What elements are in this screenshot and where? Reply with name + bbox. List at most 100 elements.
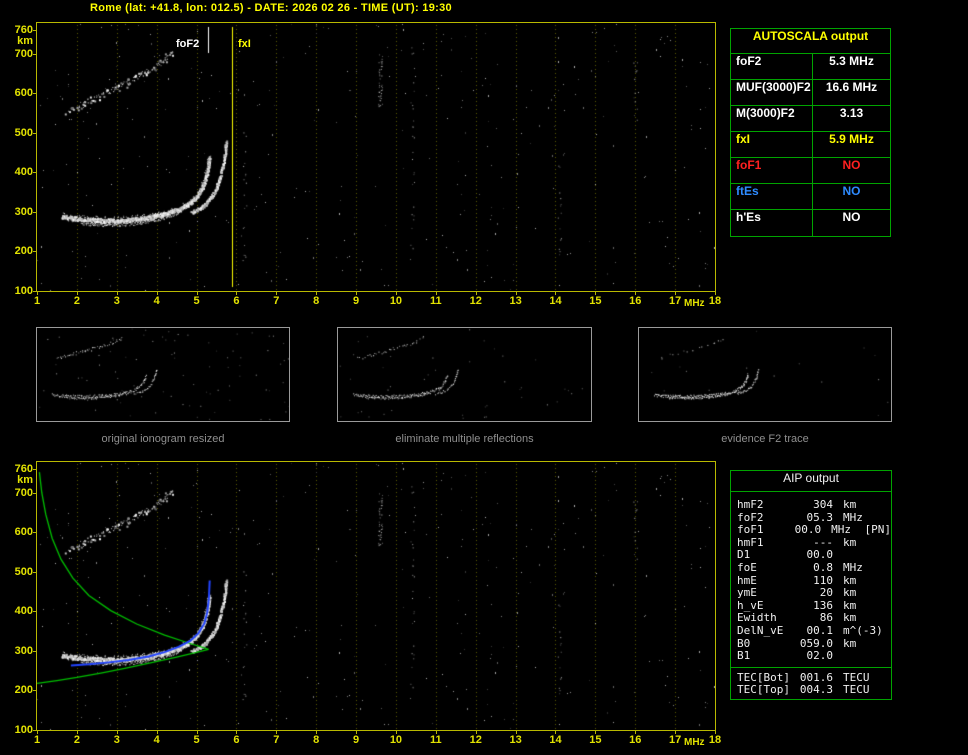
aip-row: Ewidth 86 km xyxy=(731,611,891,624)
x-axis-tick-label: 1 xyxy=(33,295,41,307)
aip-row: hmF1 --- km xyxy=(731,536,891,549)
y-axis-tick xyxy=(33,469,36,470)
x-axis-tick xyxy=(77,731,78,734)
x-axis-tick xyxy=(276,731,277,734)
y-axis-tick xyxy=(33,690,36,691)
y-axis-tick-label: 300 xyxy=(14,205,33,218)
aip-table-body: hmF2 304 km foF2 05.3 MHz foF1 00.0 MHz [PN] hmF1-… xyxy=(731,492,891,667)
x-axis-unit-bottom: MHz xyxy=(684,737,705,748)
x-axis-tick-label: 3 xyxy=(113,295,120,307)
x-axis-tick xyxy=(396,731,397,734)
aip-param-unit: km xyxy=(843,573,857,587)
aip-param-extra xyxy=(881,561,891,574)
x-axis-tick xyxy=(555,292,556,295)
thumbnail-evidence-canvas xyxy=(639,328,891,421)
autoscala-table-header: AUTOSCALA output xyxy=(731,29,890,54)
x-axis-tick-label: 9 xyxy=(352,734,360,746)
aip-param-label: h_vE xyxy=(737,598,764,612)
aip-param-extra xyxy=(881,536,891,549)
aip-param-value: 00.0 xyxy=(806,548,834,562)
x-axis-tick-label: 13 xyxy=(509,295,522,307)
aip-row: foF2 05.3 MHz xyxy=(731,511,891,524)
aip-param-value: 00.1 xyxy=(806,623,834,637)
main-ionogram-canvas xyxy=(37,23,715,291)
x-axis-tick-label: 5 xyxy=(193,734,200,746)
aip-row: DelN_vE 00.1 m^(-3) xyxy=(731,624,891,637)
x-axis-tick-label: 4 xyxy=(153,734,160,746)
x-axis-tick-label: 15 xyxy=(589,295,602,307)
aip-param-label: hmF1 xyxy=(737,535,764,549)
aip-row: h_vE 136 km xyxy=(731,599,891,612)
y-axis-tick xyxy=(33,54,36,55)
x-axis-tick xyxy=(157,731,158,734)
aip-param-unit: TECU xyxy=(843,670,870,684)
x-axis-tick xyxy=(117,731,118,734)
aip-param-value: 02.0 xyxy=(806,649,834,663)
y-axis-tick xyxy=(33,93,36,94)
aip-param-value: 304 xyxy=(813,498,833,511)
autoscala-param-value: 5.3 MHz xyxy=(829,54,874,68)
y-axis-tick xyxy=(33,572,36,573)
aip-param-label: foE xyxy=(737,560,757,574)
x-axis-tick-label: 18 xyxy=(708,295,722,307)
aip-param-unit: km xyxy=(843,586,857,600)
autoscala-param-value: NO xyxy=(842,158,861,172)
y-axis-tick-label: 600 xyxy=(14,526,33,539)
autoscala-param-label: ftEs xyxy=(731,184,813,209)
thumbnail-caption-original: original ionogram resized xyxy=(101,433,225,445)
thumbnail-original-canvas xyxy=(37,328,289,421)
x-axis-tick xyxy=(276,292,277,295)
x-axis-tick-label: 16 xyxy=(629,295,642,307)
y-axis-tick xyxy=(33,133,36,134)
x-axis-tick-label: 6 xyxy=(233,295,240,307)
aip-tec-body: TEC[Bot] 001.6 TECU TEC[Top] 004.3 TECU xyxy=(731,668,891,699)
aip-param-extra xyxy=(881,683,891,696)
x-axis-tick-label: 14 xyxy=(549,295,562,307)
x-axis-tick-label: 6 xyxy=(233,734,240,746)
aip-param-label: ymE xyxy=(737,586,757,600)
y-axis-tick-label: 200 xyxy=(14,245,33,258)
x-axis-tick-label: 13 xyxy=(509,734,522,746)
y-axis-tick xyxy=(33,493,36,494)
aip-row: ymE 20 km xyxy=(731,586,891,599)
y-axis-tick xyxy=(33,730,36,731)
aip-param-label: hmF2 xyxy=(737,498,764,511)
aip-param-label: B1 xyxy=(737,649,751,663)
y-axis-tick-label: 400 xyxy=(14,605,33,618)
x-axis-tick xyxy=(37,292,38,295)
x-axis-tick xyxy=(675,731,676,734)
aip-param-extra xyxy=(881,548,891,561)
aip-param-extra: [PN] xyxy=(864,523,892,537)
x-axis-tick xyxy=(675,292,676,295)
x-axis-tick-label: 15 xyxy=(589,734,602,746)
profile-ionogram-plot xyxy=(36,461,716,731)
x-axis-tick xyxy=(516,292,517,295)
x-axis-tick xyxy=(157,292,158,295)
aip-param-value: 86 xyxy=(819,611,833,625)
aip-param-label: TEC[Top] xyxy=(737,683,790,697)
x-axis-tick xyxy=(715,292,716,295)
aip-row: TEC[Top] 004.3 TECU xyxy=(731,683,891,696)
autoscala-row: MUF(3000)F2 16.6 MHz xyxy=(731,80,890,106)
autoscala-row: foF1 NO xyxy=(731,158,890,184)
x-axis-tick xyxy=(436,731,437,734)
autoscala-param-label: foF1 xyxy=(731,158,813,183)
aip-row: B0 059.0 km xyxy=(731,637,891,650)
aip-param-label: foF1 xyxy=(737,523,764,537)
x-axis-tick xyxy=(236,731,237,734)
aip-param-unit: km xyxy=(843,535,857,549)
x-axis-tick xyxy=(595,292,596,295)
aip-param-unit: km xyxy=(843,636,857,650)
aip-row: foE 0.8 MHz xyxy=(731,561,891,574)
autoscala-param-label: M(3000)F2 xyxy=(731,106,813,131)
y-axis-tick xyxy=(33,212,36,213)
y-axis-tick xyxy=(33,30,36,31)
y-axis-tick xyxy=(33,611,36,612)
y-axis-tick-label: 700 xyxy=(14,486,33,499)
autoscala-param-label: MUF(3000)F2 xyxy=(731,80,813,105)
header-title: Rome (lat: +41.8, lon: 012.5) - DATE: 20… xyxy=(90,2,452,14)
autoscala-row: fxI 5.9 MHz xyxy=(731,132,890,158)
autoscala-row: h'Es NO xyxy=(731,210,890,236)
aip-param-extra xyxy=(881,599,891,612)
x-axis-unit-main: MHz xyxy=(684,298,705,309)
